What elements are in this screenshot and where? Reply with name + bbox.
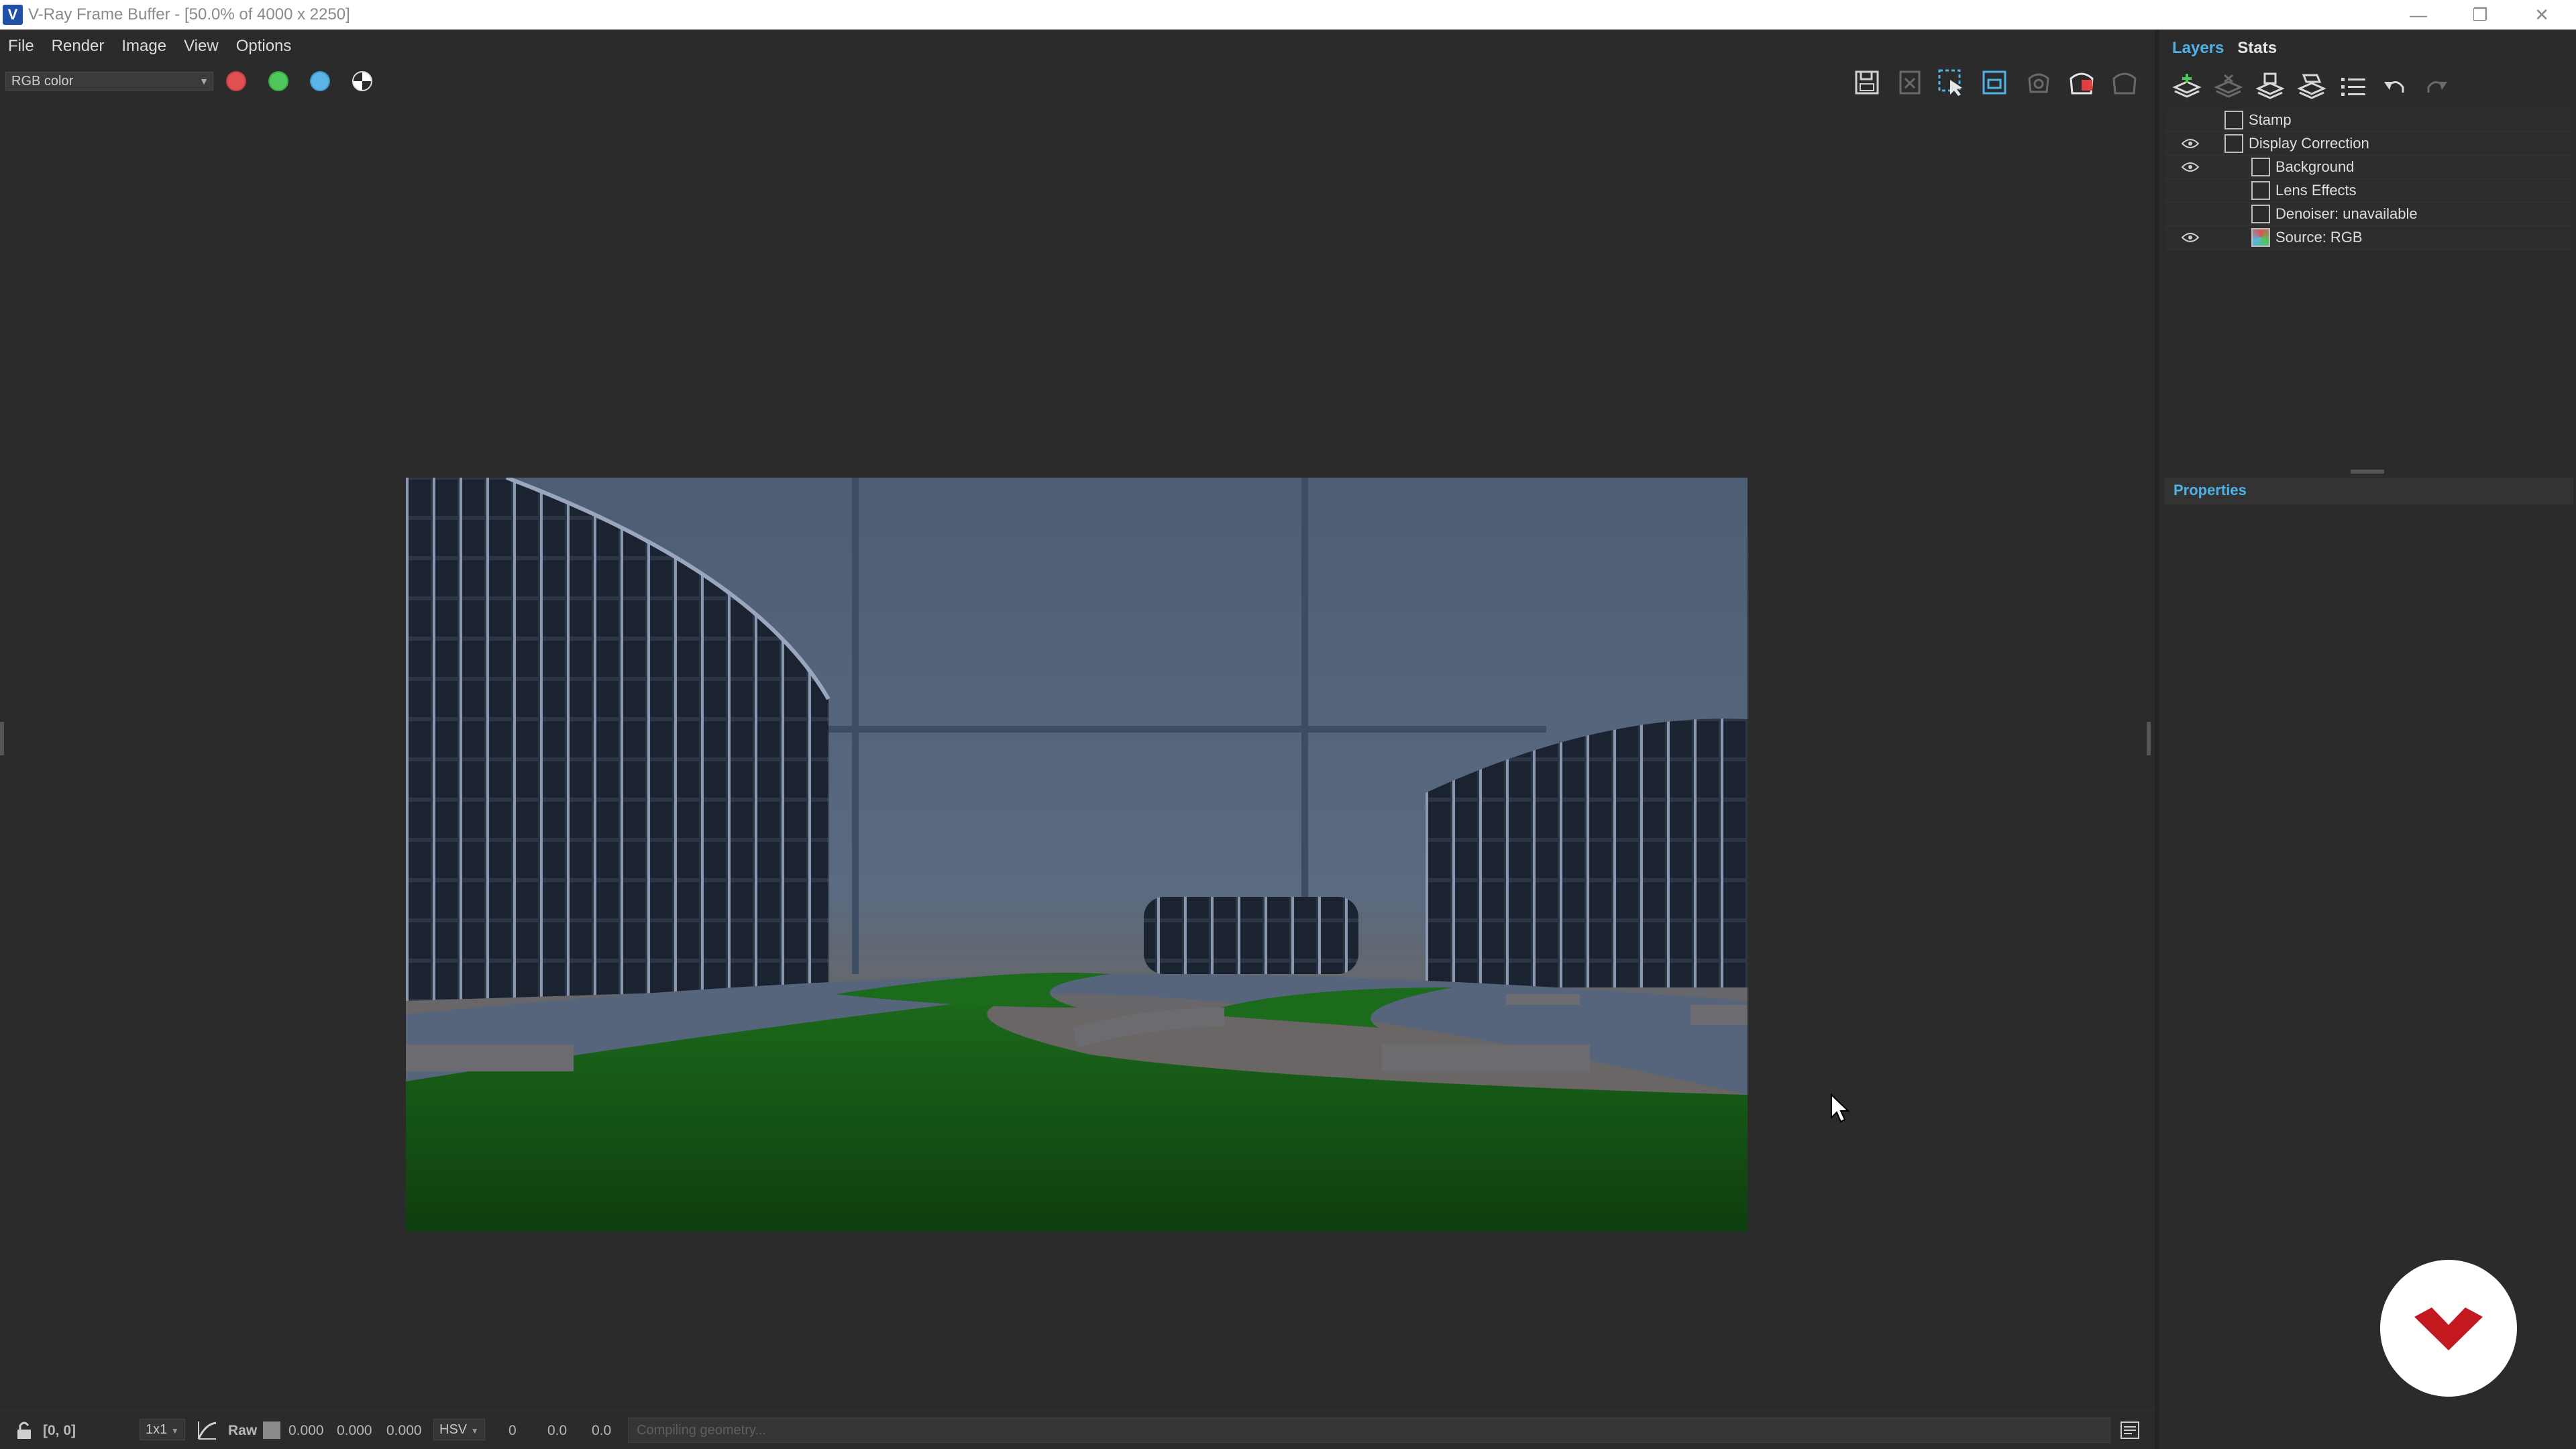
layer-list: Stamp Display Correction Background Lens… xyxy=(2165,109,2571,250)
layer-name: Display Correction xyxy=(2249,135,2369,152)
menu-view[interactable]: View xyxy=(184,37,219,56)
status-bar: [0, 0] 1x1 ▼ Raw 0.000 0.000 0.000 HSV ▼… xyxy=(0,1410,2155,1449)
green-channel-toggle[interactable] xyxy=(268,71,288,91)
pixel-color-swatch xyxy=(263,1421,280,1439)
raw-label: Raw xyxy=(228,1423,258,1438)
lock-icon[interactable] xyxy=(15,1420,34,1444)
close-button[interactable]: ✕ xyxy=(2512,0,2572,30)
brand-logo xyxy=(2380,1260,2517,1397)
channel-select[interactable]: RGB color ▼ xyxy=(5,72,213,91)
curve-layer-icon xyxy=(2224,134,2243,153)
visibility-eye-icon[interactable] xyxy=(2180,160,2200,174)
stop-render-icon[interactable] xyxy=(2065,66,2098,99)
chevron-down-icon: ▼ xyxy=(199,76,209,87)
menu-options[interactable]: Options xyxy=(236,37,292,56)
channel-select-value: RGB color xyxy=(11,74,74,89)
layer-name: Source: RGB xyxy=(2275,229,2363,246)
restore-button[interactable]: ❐ xyxy=(2450,0,2510,30)
layer-name: Lens Effects xyxy=(2275,182,2357,199)
denoiser-icon xyxy=(2251,205,2270,223)
pixel-blue-value: 0.000 xyxy=(386,1423,422,1438)
layer-name: Stamp xyxy=(2249,111,2292,128)
save-layers-icon[interactable] xyxy=(2251,68,2289,106)
layer-row-background[interactable]: Background xyxy=(2165,156,2571,179)
vray-app-icon: V xyxy=(3,5,23,25)
create-layer-icon[interactable] xyxy=(2168,68,2206,106)
zoom-value: 1x1 xyxy=(146,1422,168,1437)
layer-row-source-rgb[interactable]: Source: RGB xyxy=(2165,226,2571,250)
layer-name: Denoiser: unavailable xyxy=(2275,205,2418,222)
chevron-down-icon: ▼ xyxy=(470,1426,479,1436)
render-progress-bar: Compiling geometry... xyxy=(628,1417,2110,1443)
clear-image-icon[interactable] xyxy=(1893,66,1927,99)
hue-value: 0 xyxy=(508,1423,517,1438)
properties-header: Properties xyxy=(2164,478,2573,504)
menu-render[interactable]: Render xyxy=(52,37,105,56)
track-mouse-icon[interactable] xyxy=(1978,66,2011,99)
mouse-cursor-icon xyxy=(1830,1093,1850,1126)
visibility-eye-icon[interactable] xyxy=(2180,137,2200,150)
menu-bar: File Render Image View Options xyxy=(0,30,2155,63)
lens-effects-icon xyxy=(2251,181,2270,200)
blue-channel-toggle[interactable] xyxy=(310,71,330,91)
left-panel-handle[interactable] xyxy=(0,722,4,755)
pixel-green-value: 0.000 xyxy=(337,1423,372,1438)
delete-layer-icon[interactable] xyxy=(2210,68,2247,106)
pixel-red-value: 0.000 xyxy=(288,1423,324,1438)
title-bar: V V-Ray Frame Buffer - [50.0% of 4000 x … xyxy=(0,0,2576,30)
alpha-channel-toggle[interactable] xyxy=(352,71,372,91)
undo-icon[interactable] xyxy=(2376,68,2414,106)
background-layer-icon xyxy=(2251,158,2270,176)
red-channel-toggle[interactable] xyxy=(226,71,246,91)
render-interactive-icon[interactable] xyxy=(2022,66,2055,99)
pixel-coordinates: [0, 0] xyxy=(43,1423,76,1438)
log-icon[interactable] xyxy=(2120,1420,2140,1444)
tab-layers[interactable]: Layers xyxy=(2172,39,2224,62)
color-correction-icon[interactable] xyxy=(196,1419,219,1446)
properties-title: Properties xyxy=(2174,482,2247,498)
image-viewer[interactable] xyxy=(0,98,2155,1410)
colorspace-select[interactable]: HSV ▼ xyxy=(433,1419,485,1440)
tab-stats[interactable]: Stats xyxy=(2237,39,2277,62)
region-render-icon[interactable] xyxy=(1935,66,1968,99)
layer-row-lens-effects[interactable]: Lens Effects xyxy=(2165,179,2571,203)
layer-row-display-correction[interactable]: Display Correction xyxy=(2165,132,2571,156)
stamp-layer-icon xyxy=(2224,111,2243,129)
menu-image[interactable]: Image xyxy=(121,37,166,56)
progress-text: Compiling geometry... xyxy=(637,1423,767,1438)
render-image xyxy=(406,478,1748,1232)
rgb-source-icon xyxy=(2251,228,2270,247)
minimize-button[interactable]: — xyxy=(2388,0,2449,30)
chevron-down-icon: ▼ xyxy=(170,1426,179,1436)
window-title: V-Ray Frame Buffer - [50.0% of 4000 x 22… xyxy=(28,5,350,23)
layer-row-denoiser[interactable]: Denoiser: unavailable xyxy=(2165,203,2571,226)
load-layers-icon[interactable] xyxy=(2293,68,2330,106)
panel-tabs: Layers Stats xyxy=(2172,39,2290,62)
layer-name: Background xyxy=(2275,158,2355,175)
value-value: 0.0 xyxy=(592,1423,612,1438)
right-panel-handle[interactable] xyxy=(2147,722,2151,755)
layer-list-icon[interactable] xyxy=(2334,68,2372,106)
layer-row-stamp[interactable]: Stamp xyxy=(2165,109,2571,132)
render-icon[interactable] xyxy=(2108,66,2141,99)
menu-file[interactable]: File xyxy=(8,37,34,56)
saturation-value: 0.0 xyxy=(547,1423,568,1438)
layers-panel: Layers Stats Stamp Display Correction Ba… xyxy=(2155,30,2576,1449)
panel-splitter[interactable] xyxy=(2351,470,2384,474)
colorspace-value: HSV xyxy=(439,1422,468,1437)
visibility-eye-icon[interactable] xyxy=(2180,231,2200,244)
save-image-icon[interactable] xyxy=(1850,66,1884,99)
redo-icon[interactable] xyxy=(2418,68,2455,106)
zoom-select[interactable]: 1x1 ▼ xyxy=(140,1419,185,1440)
